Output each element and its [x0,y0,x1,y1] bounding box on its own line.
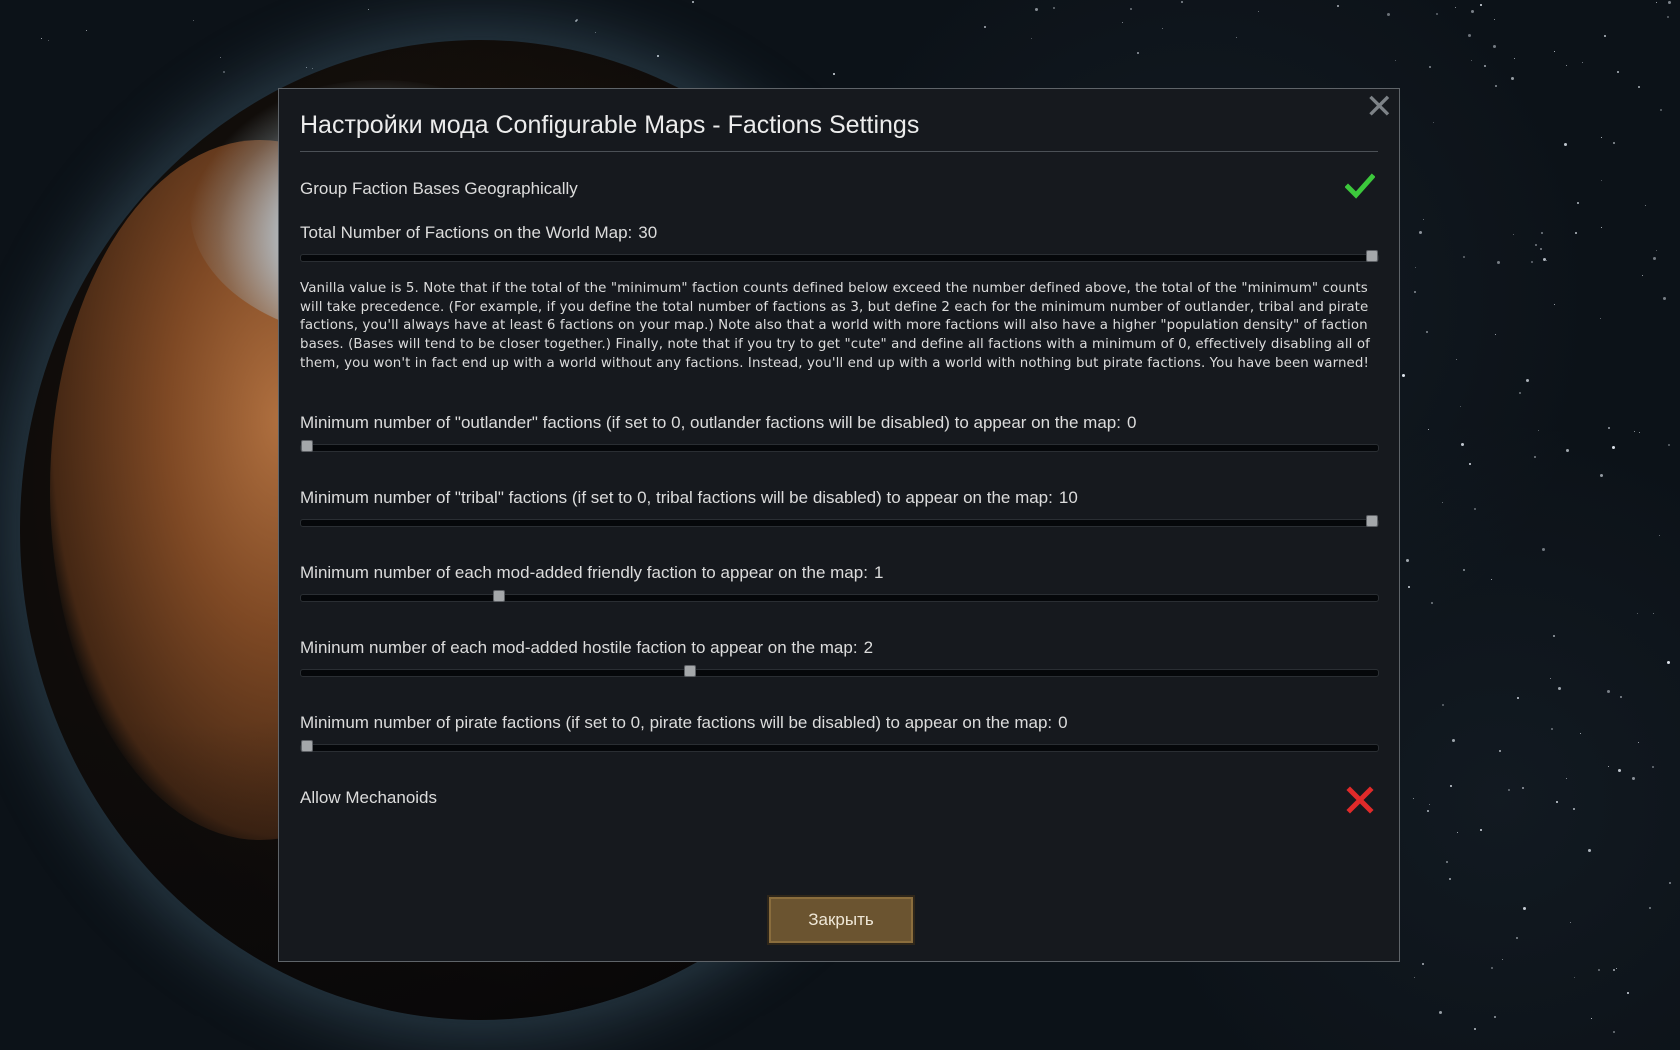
title-divider [300,151,1378,152]
slider-handle[interactable] [301,440,313,452]
dialog-title: Настройки мода Configurable Maps - Facti… [300,111,920,139]
close-icon[interactable]: ✕ [1365,90,1394,124]
outlander-slider[interactable] [300,440,1379,452]
allow-mechanoids-label: Allow Mechanoids [300,788,438,807]
hostile-slider[interactable] [300,665,1379,677]
slider-handle[interactable] [301,740,313,752]
pirate-label: Minimum number of pirate factions (if se… [300,713,1068,732]
cross-icon[interactable] [1345,785,1375,815]
friendly-label: Minimum number of each mod-added friendl… [300,563,884,582]
tribal-label: Minimum number of "tribal" factions (if … [300,488,1078,507]
slider-handle[interactable] [684,665,697,677]
slider-handle[interactable] [1366,515,1378,527]
tribal-slider[interactable] [300,515,1379,527]
total-factions-slider[interactable] [300,250,1379,262]
checkmark-icon[interactable] [1345,171,1375,201]
friendly-slider[interactable] [300,590,1379,602]
total-factions-label: Total Number of Factions on the World Ma… [300,223,658,242]
pirate-slider[interactable] [300,740,1379,752]
total-factions-value: 30 [638,223,658,242]
slider-handle[interactable] [492,590,505,602]
mod-settings-dialog: ✕ Настройки мода Configurable Maps - Fac… [278,88,1400,962]
slider-handle[interactable] [1366,250,1378,262]
close-button[interactable]: Закрыть [767,895,915,945]
hostile-label: Mininum number of each mod-added hostile… [300,638,874,657]
group-bases-label: Group Faction Bases Geographically [300,179,578,198]
description-text: Vanilla value is 5. Note that if the tot… [300,281,1370,371]
outlander-label: Minimum number of "outlander" factions (… [300,413,1137,432]
